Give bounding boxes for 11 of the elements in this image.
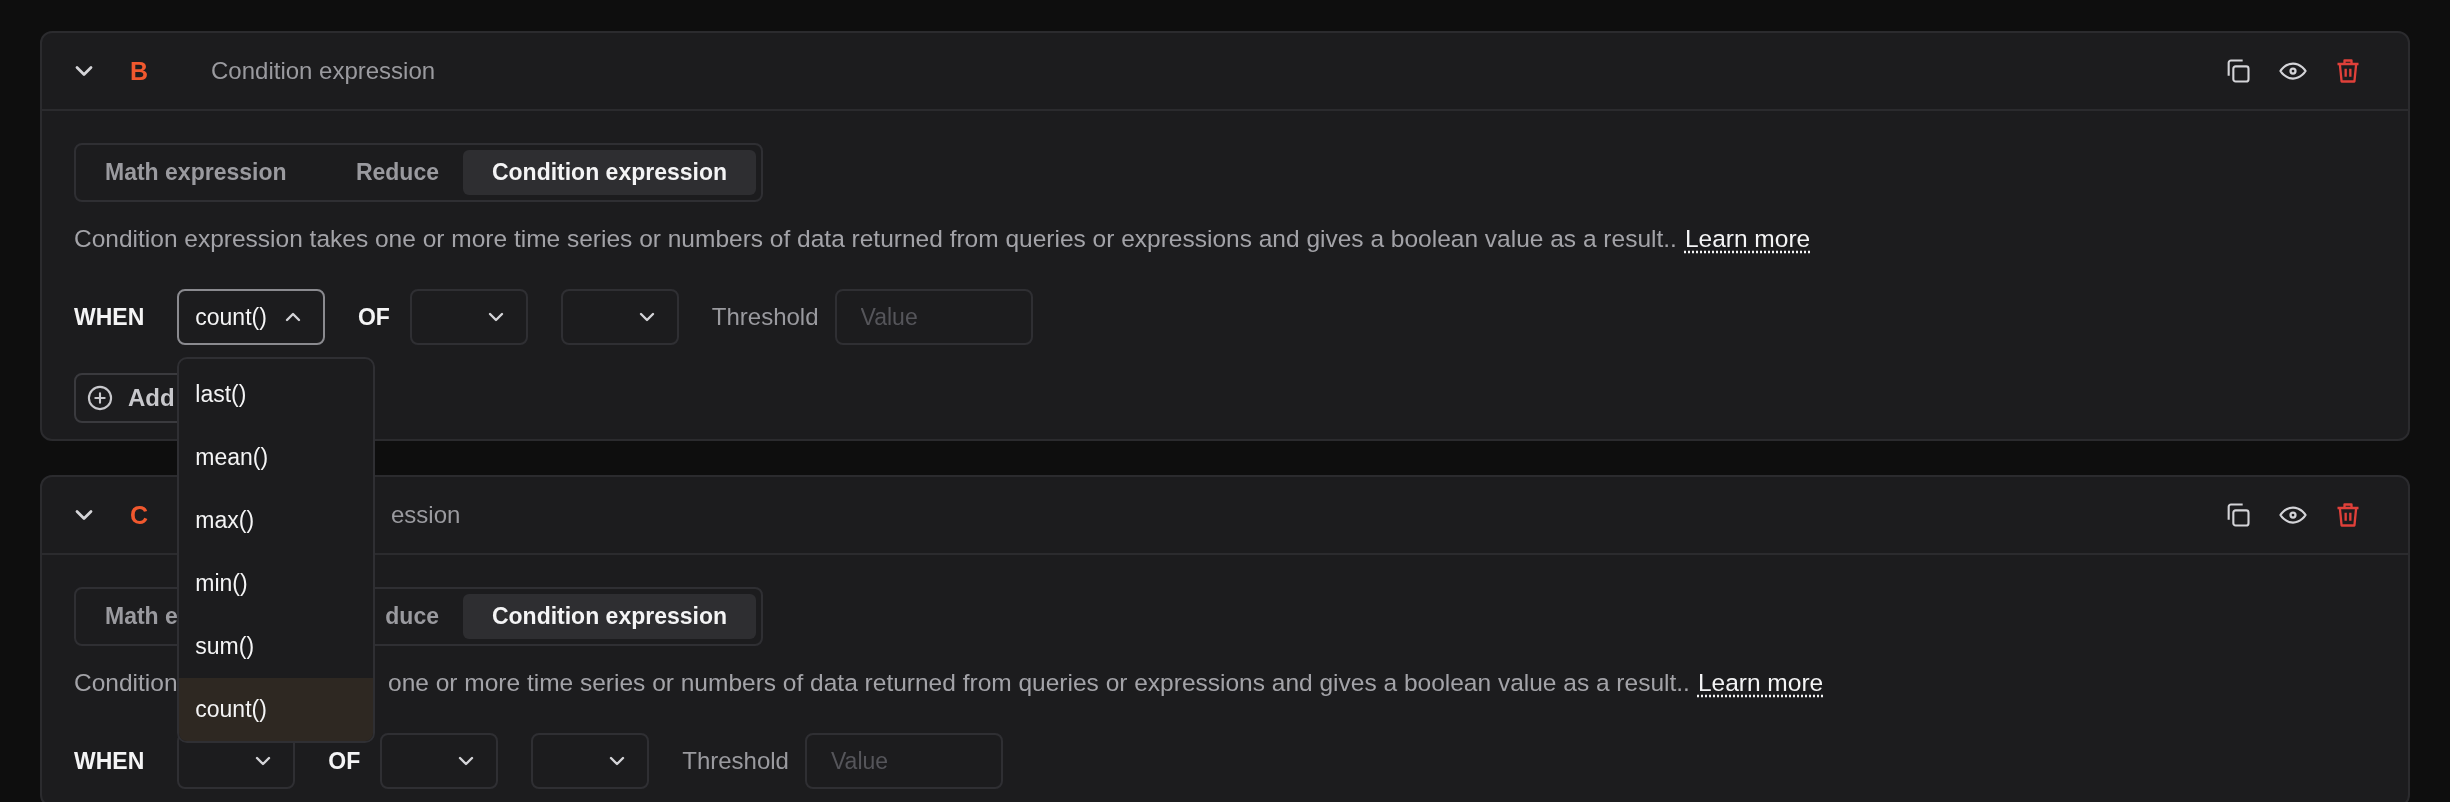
query-type: Condition expression — [211, 57, 436, 85]
of-label: OF — [328, 747, 361, 775]
when-label: WHEN — [74, 747, 145, 775]
of-label: OF — [357, 303, 390, 331]
threshold-label: Threshold — [711, 303, 819, 331]
query-letter: C — [130, 500, 150, 530]
query-letter: B — [130, 56, 150, 86]
description-text: Condition expression takes one or more time series or numbers of data returned from queries or expressions and gives a boolean value as a result.. Learn more — [74, 224, 1812, 254]
when-label: WHEN — [74, 303, 145, 331]
query-type: ession — [391, 501, 461, 529]
threshold-label: Threshold — [682, 747, 789, 775]
